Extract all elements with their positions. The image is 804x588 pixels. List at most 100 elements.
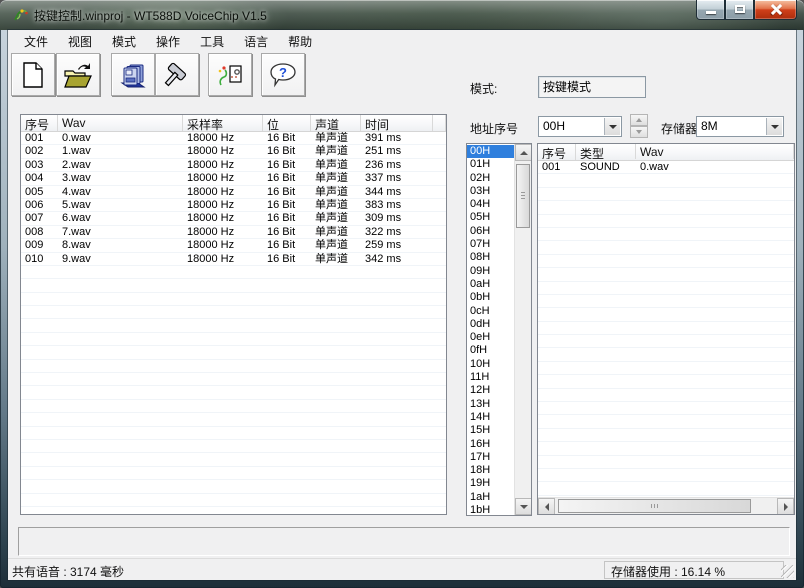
scroll-right-icon[interactable] bbox=[777, 498, 794, 515]
table-row[interactable] bbox=[21, 293, 446, 306]
table-row[interactable] bbox=[21, 346, 446, 359]
table-row[interactable] bbox=[538, 375, 794, 388]
table-row[interactable] bbox=[538, 362, 794, 375]
address-list-item[interactable]: 09H bbox=[467, 265, 514, 278]
menu-item-3[interactable]: 操作 bbox=[146, 30, 190, 53]
table-row[interactable] bbox=[21, 453, 446, 466]
address-list-item[interactable]: 07H bbox=[467, 238, 514, 251]
table-row[interactable]: 0032.wav18000 Hz16 Bit单声道236 ms bbox=[21, 159, 446, 172]
column-header[interactable]: 序号 bbox=[538, 144, 576, 159]
scrollbar-thumb[interactable] bbox=[558, 499, 751, 513]
scrollbar-thumb[interactable] bbox=[516, 164, 530, 228]
address-list-item[interactable]: 17H bbox=[467, 451, 514, 464]
chevron-down-icon[interactable] bbox=[604, 118, 620, 135]
table-row[interactable] bbox=[21, 386, 446, 399]
table-row[interactable] bbox=[538, 268, 794, 281]
menu-item-0[interactable]: 文件 bbox=[14, 30, 58, 53]
compile-button[interactable] bbox=[111, 53, 155, 96]
column-header[interactable]: Wav bbox=[636, 144, 794, 159]
scroll-down-icon[interactable] bbox=[515, 498, 532, 515]
table-row[interactable]: 0076.wav18000 Hz16 Bit单声道309 ms bbox=[21, 212, 446, 225]
menu-item-5[interactable]: 语言 bbox=[234, 30, 278, 53]
program-chip-button[interactable] bbox=[208, 53, 252, 96]
table-row[interactable] bbox=[538, 348, 794, 361]
address-list-item[interactable]: 08H bbox=[467, 251, 514, 264]
table-row[interactable] bbox=[538, 469, 794, 482]
table-row[interactable] bbox=[538, 442, 794, 455]
address-listbox[interactable]: 00H01H02H03H04H05H06H07H08H09H0aH0bH0cH0… bbox=[466, 143, 532, 516]
scroll-left-icon[interactable] bbox=[538, 498, 555, 515]
table-row[interactable]: 0065.wav18000 Hz16 Bit单声道383 ms bbox=[21, 199, 446, 212]
table-row[interactable] bbox=[538, 282, 794, 295]
table-row[interactable]: 0010.wav18000 Hz16 Bit单声道391 ms bbox=[21, 132, 446, 145]
new-project-button[interactable] bbox=[11, 53, 55, 96]
column-header[interactable]: 声道 bbox=[311, 115, 361, 131]
column-header[interactable]: 位 bbox=[263, 115, 311, 131]
close-button[interactable] bbox=[754, 0, 797, 20]
open-project-button[interactable] bbox=[56, 53, 100, 96]
column-header[interactable]: 类型 bbox=[576, 144, 636, 159]
column-header[interactable]: Wav bbox=[58, 115, 183, 131]
address-list-item[interactable]: 10H bbox=[467, 358, 514, 371]
address-spinner[interactable] bbox=[630, 114, 648, 139]
address-list-item[interactable]: 03H bbox=[467, 185, 514, 198]
mode-field[interactable]: 按键模式 bbox=[538, 76, 646, 98]
table-row[interactable]: 0109.wav18000 Hz16 Bit单声道342 ms bbox=[21, 253, 446, 266]
table-row[interactable] bbox=[21, 306, 446, 319]
table-row[interactable] bbox=[538, 295, 794, 308]
column-header[interactable]: 时间 bbox=[361, 115, 433, 131]
address-list-item[interactable]: 1aH bbox=[467, 491, 514, 504]
table-row[interactable] bbox=[21, 413, 446, 426]
table-row[interactable] bbox=[538, 228, 794, 241]
table-row[interactable] bbox=[538, 201, 794, 214]
address-list-item[interactable]: 05H bbox=[467, 211, 514, 224]
address-list-item[interactable]: 19H bbox=[467, 477, 514, 490]
table-row[interactable] bbox=[538, 415, 794, 428]
address-list-item[interactable]: 11H bbox=[467, 371, 514, 384]
menu-item-4[interactable]: 工具 bbox=[190, 30, 234, 53]
column-header[interactable]: 采样率 bbox=[183, 115, 263, 131]
table-row[interactable]: 0043.wav18000 Hz16 Bit单声道337 ms bbox=[21, 172, 446, 185]
table-row[interactable] bbox=[21, 440, 446, 453]
table-row[interactable] bbox=[538, 308, 794, 321]
address-list-item[interactable]: 14H bbox=[467, 411, 514, 424]
table-row[interactable]: 001SOUND0.wav bbox=[538, 161, 794, 174]
chevron-down-icon[interactable] bbox=[766, 118, 782, 135]
address-combobox[interactable]: 00H bbox=[538, 116, 622, 137]
table-row[interactable] bbox=[21, 400, 446, 413]
address-list-item[interactable]: 18H bbox=[467, 464, 514, 477]
table-row[interactable] bbox=[21, 266, 446, 279]
menu-item-6[interactable]: 帮助 bbox=[278, 30, 322, 53]
address-list-item[interactable]: 0bH bbox=[467, 291, 514, 304]
address-list-item[interactable]: 0fH bbox=[467, 344, 514, 357]
column-header[interactable]: 序号 bbox=[21, 115, 58, 131]
address-list-item[interactable]: 01H bbox=[467, 158, 514, 171]
address-list-item[interactable]: 00H bbox=[467, 145, 514, 158]
table-row[interactable] bbox=[21, 319, 446, 332]
table-row[interactable] bbox=[21, 333, 446, 346]
help-button[interactable]: ? bbox=[261, 53, 305, 96]
table-row[interactable] bbox=[538, 215, 794, 228]
build-button[interactable] bbox=[155, 53, 199, 96]
table-row[interactable] bbox=[21, 279, 446, 292]
voice-table-hscrollbar[interactable] bbox=[538, 497, 794, 514]
memory-combobox[interactable]: 8M bbox=[696, 116, 784, 137]
address-list-item[interactable]: 15H bbox=[467, 424, 514, 437]
table-row[interactable] bbox=[21, 360, 446, 373]
address-list-item[interactable]: 06H bbox=[467, 225, 514, 238]
resize-grip[interactable] bbox=[781, 565, 794, 578]
address-list-item[interactable]: 0cH bbox=[467, 305, 514, 318]
address-list-item[interactable]: 13H bbox=[467, 398, 514, 411]
address-list-item[interactable]: 0aH bbox=[467, 278, 514, 291]
menu-item-2[interactable]: 模式 bbox=[102, 30, 146, 53]
table-row[interactable] bbox=[538, 241, 794, 254]
spinner-up-icon[interactable] bbox=[630, 114, 648, 126]
table-row[interactable] bbox=[538, 255, 794, 268]
table-row[interactable] bbox=[538, 335, 794, 348]
table-row[interactable] bbox=[538, 322, 794, 335]
table-row[interactable] bbox=[538, 389, 794, 402]
table-row[interactable] bbox=[21, 507, 446, 515]
table-row[interactable] bbox=[538, 402, 794, 415]
address-list-item[interactable]: 02H bbox=[467, 172, 514, 185]
address-list-item[interactable]: 0eH bbox=[467, 331, 514, 344]
